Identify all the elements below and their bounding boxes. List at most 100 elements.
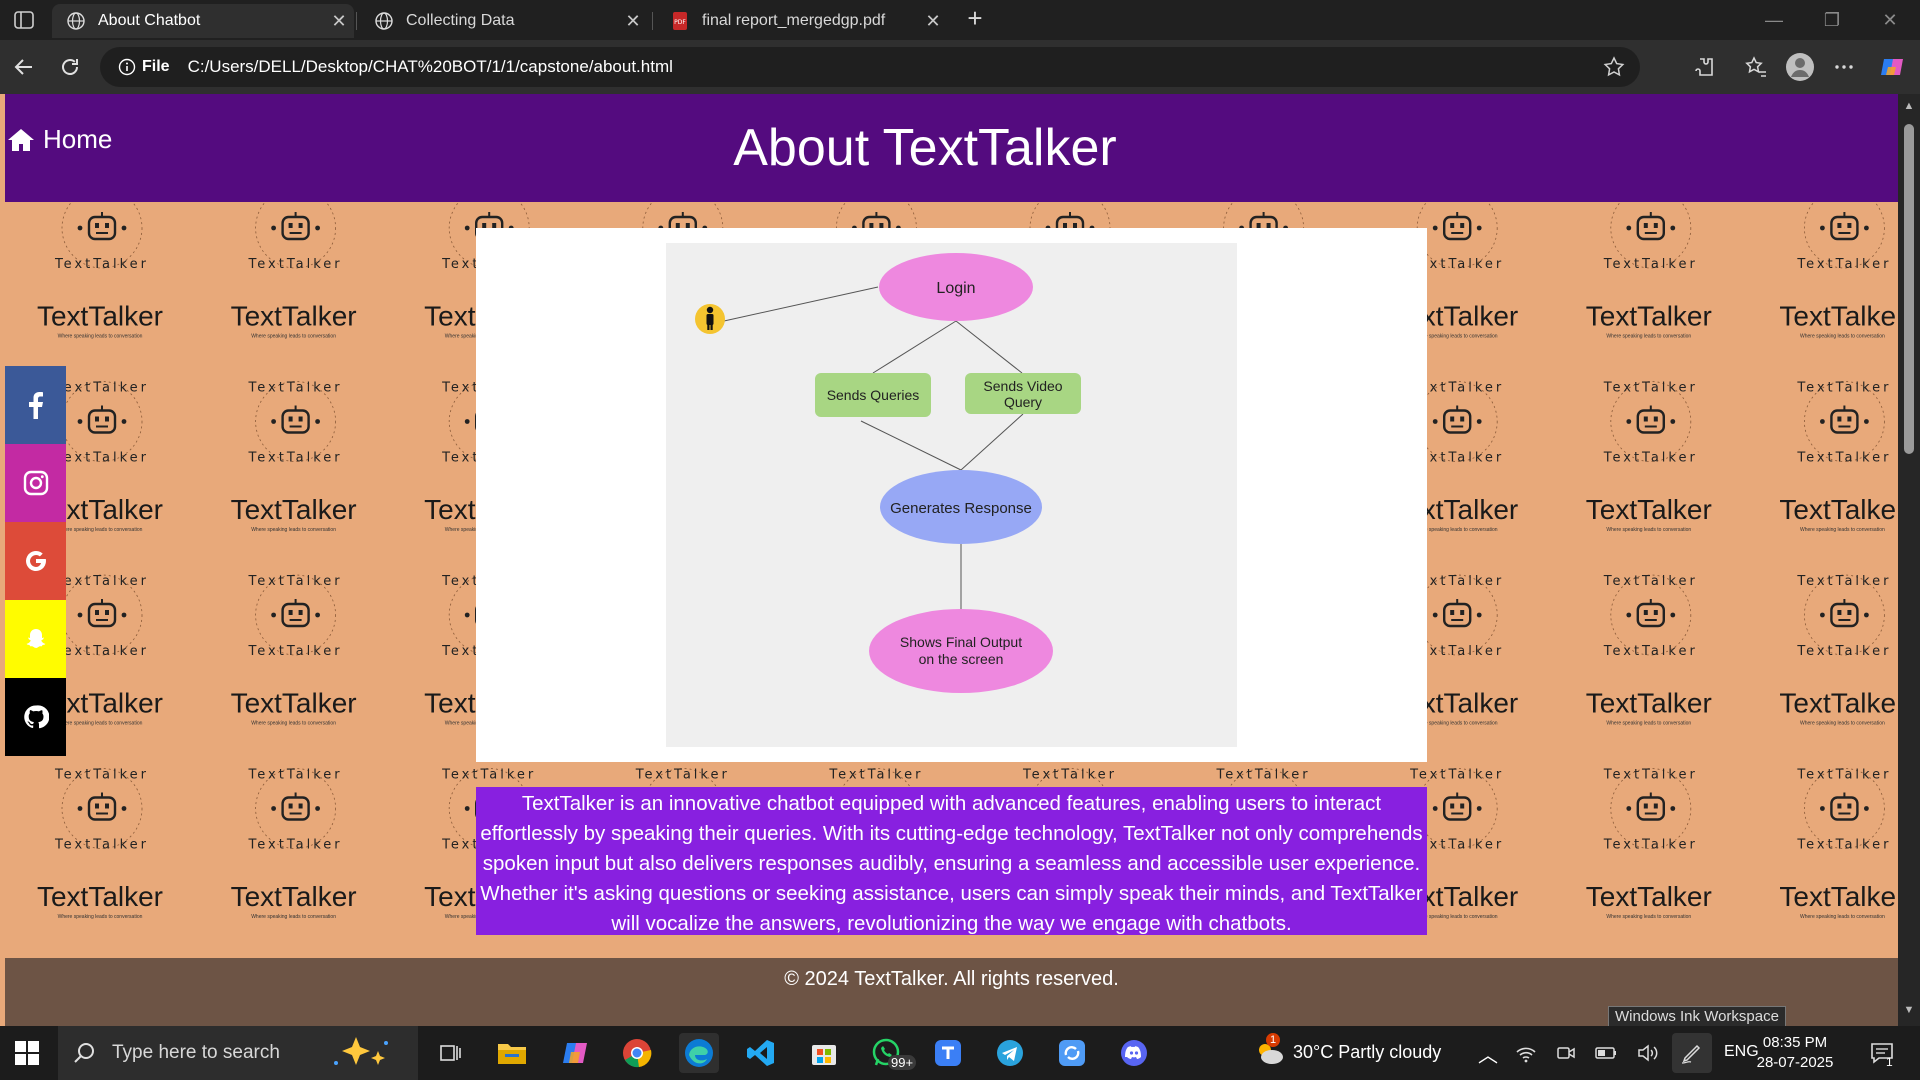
robot-icon xyxy=(1442,796,1472,821)
notification-center-button[interactable]: 1 xyxy=(1862,1033,1902,1073)
taskbar-search-box[interactable]: Type here to search xyxy=(58,1026,418,1080)
file-explorer-button[interactable] xyxy=(492,1033,532,1073)
favorite-star-icon[interactable] xyxy=(1602,55,1626,79)
search-icon xyxy=(74,1043,94,1063)
copilot-icon xyxy=(563,1043,587,1063)
telegram-button[interactable] xyxy=(990,1033,1030,1073)
tab-actions-icon[interactable] xyxy=(12,8,36,32)
snapchat-link[interactable] xyxy=(5,600,66,678)
network-status[interactable] xyxy=(1506,1033,1546,1073)
wallpaper-circle-text: TextTalker xyxy=(1796,644,1891,659)
sync-app-button[interactable] xyxy=(1052,1033,1092,1073)
robot-icon xyxy=(1830,215,1859,241)
wallpaper-circle-text: TextTalker xyxy=(1603,451,1698,466)
extensions-button[interactable] xyxy=(1688,51,1720,83)
wallpaper-brand-text: TextTalker xyxy=(1779,301,1898,332)
wallpaper-brand-text: TextTalker xyxy=(1586,881,1712,912)
page-header: Home About TextTalker xyxy=(5,94,1898,202)
scroll-down-icon[interactable]: ▼ xyxy=(1903,1004,1915,1016)
favorites-icon xyxy=(1745,56,1766,77)
address-bar[interactable]: File C:/Users/DELL/Desktop/CHAT%20BOT/1/… xyxy=(100,47,1640,87)
wallpaper-tagline-text: Where speaking leads to conversation xyxy=(251,527,336,533)
snapchat-icon xyxy=(26,629,45,648)
wallpaper-logo-circle: TextTalker TextTalker xyxy=(1796,574,1891,659)
robot-icon xyxy=(1636,215,1666,241)
site-info-button[interactable]: File xyxy=(110,52,178,82)
wallpaper-tagline-text: Where speaking leads to conversation xyxy=(251,334,336,340)
more-menu-button[interactable] xyxy=(1828,51,1860,83)
chevron-up-icon[interactable]: ︿ xyxy=(1478,1039,1498,1068)
wallpaper-circle-text: TextTalker xyxy=(248,451,343,466)
facebook-icon xyxy=(28,392,43,419)
wallpaper-tagline-text: Where speaking leads to conversation xyxy=(1800,527,1885,533)
google-link[interactable] xyxy=(5,522,66,600)
close-icon[interactable]: ✕ xyxy=(324,11,354,32)
robot-icon xyxy=(1830,409,1859,434)
robot-icon xyxy=(87,796,117,821)
system-clock[interactable]: 08:35 PM 28-07-2025 xyxy=(1752,1033,1838,1073)
close-icon[interactable]: ✕ xyxy=(918,11,948,32)
microsoft-store-button[interactable] xyxy=(804,1033,844,1073)
vscode-icon xyxy=(747,1040,774,1066)
close-window-icon[interactable]: ✕ xyxy=(1878,8,1902,32)
wallpaper-logo-circle: TextTalker TextTalker xyxy=(1796,768,1888,853)
weather-text[interactable]: 30°C Partly cloudy xyxy=(1293,1042,1441,1063)
weather-widget-icon[interactable]: 1 xyxy=(1250,1033,1290,1073)
minimize-icon[interactable]: — xyxy=(1762,8,1786,32)
wallpaper-brand-text: TextTalker xyxy=(231,688,357,719)
profile-button[interactable] xyxy=(1784,51,1816,83)
edge-button[interactable] xyxy=(679,1033,719,1073)
avatar xyxy=(1786,53,1814,81)
wallpaper-circle-text: TextTalker xyxy=(54,574,149,589)
instagram-link[interactable] xyxy=(5,444,66,522)
user-actor-icon xyxy=(695,304,725,334)
robot-icon xyxy=(281,215,310,241)
restore-icon[interactable]: ❐ xyxy=(1820,8,1844,32)
edge-icon xyxy=(685,1039,713,1067)
facebook-link[interactable] xyxy=(5,366,66,444)
tab-about-chatbot[interactable]: About Chatbot ✕ xyxy=(52,4,354,38)
tab-final-report-pdf[interactable]: PDF final report_mergedgp.pdf ✕ xyxy=(656,4,948,38)
close-icon[interactable]: ✕ xyxy=(618,11,648,32)
whatsapp-button[interactable]: 99+ xyxy=(866,1033,917,1073)
whatsapp-badge: 99+ xyxy=(888,1055,917,1070)
scroll-thumb[interactable] xyxy=(1904,124,1914,454)
wallpaper-circle-text: TextTalker xyxy=(1603,381,1698,396)
instagram-icon xyxy=(23,470,48,496)
url-text[interactable]: C:/Users/DELL/Desktop/CHAT%20BOT/1/1/cap… xyxy=(188,57,673,77)
notes-app-button[interactable] xyxy=(928,1033,968,1073)
tab-collecting-data[interactable]: Collecting Data ✕ xyxy=(360,4,648,38)
back-button[interactable] xyxy=(8,51,40,83)
pdf-icon: PDF xyxy=(673,12,687,30)
wallpaper-logo-circle: TextTalker TextTalker xyxy=(1603,381,1698,466)
discord-button[interactable] xyxy=(1114,1033,1154,1073)
refresh-button[interactable] xyxy=(54,51,86,83)
node-login: Login xyxy=(879,253,1033,321)
wallpaper-circle-text: TextTalker xyxy=(1796,451,1891,466)
node-sends-video-label-1: Sends Video xyxy=(983,378,1062,394)
page-scrollbar[interactable]: ▲ ▼ xyxy=(1898,94,1920,1026)
copilot-app-button[interactable] xyxy=(555,1033,595,1073)
github-link[interactable] xyxy=(5,678,66,756)
node-sends-queries-label: Sends Queries xyxy=(827,387,920,403)
clock-date: 28-07-2025 xyxy=(1756,1054,1834,1071)
wallpaper-brand-text: TextTalker xyxy=(231,494,357,525)
pen-icon xyxy=(1681,1044,1701,1064)
meet-now-button[interactable] xyxy=(1546,1033,1586,1073)
robot-icon xyxy=(87,602,117,628)
battery-status[interactable] xyxy=(1586,1033,1626,1073)
vscode-button[interactable] xyxy=(741,1033,781,1073)
chrome-button[interactable] xyxy=(617,1033,657,1073)
windows-ink-button[interactable] xyxy=(1672,1033,1712,1073)
task-view-button[interactable] xyxy=(430,1033,470,1073)
scroll-up-icon[interactable]: ▲ xyxy=(1903,100,1915,112)
volume-control[interactable] xyxy=(1628,1033,1668,1073)
favorites-button[interactable] xyxy=(1740,51,1772,83)
info-icon xyxy=(118,58,136,76)
svg-text:PDF: PDF xyxy=(674,19,686,26)
browser-tab-bar: About Chatbot ✕ Collecting Data ✕ PDF fi… xyxy=(0,0,1920,40)
diagram-container: Login Sends Queries Sends Video Query Ge… xyxy=(476,228,1427,762)
windows-start-icon[interactable] xyxy=(14,1040,40,1066)
new-tab-button[interactable]: + xyxy=(962,5,988,32)
copilot-button[interactable] xyxy=(1876,51,1908,83)
